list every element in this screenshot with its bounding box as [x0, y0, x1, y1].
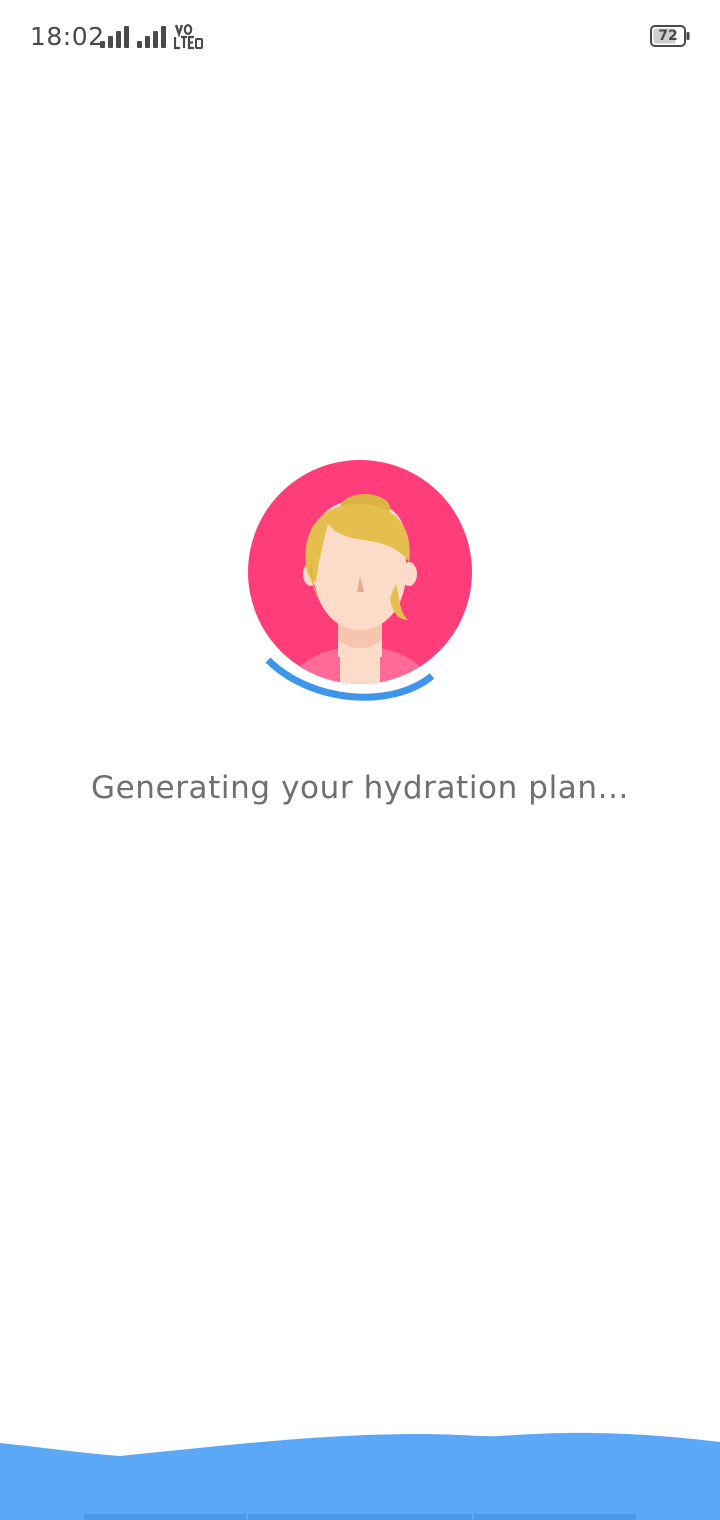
status-time: 18:02 — [30, 22, 105, 51]
status-bar: 18:02 72 — [0, 0, 720, 72]
loading-message: Generating your hydration plan... — [90, 770, 629, 806]
battery-level: 72 — [658, 28, 678, 44]
avatar-loader — [240, 452, 480, 712]
volte-icon — [173, 24, 206, 50]
signal-icon — [137, 26, 167, 48]
wave-decoration — [0, 1420, 720, 1520]
battery-icon: 72 — [650, 25, 690, 47]
hydration-plan-loading-screen: 18:02 72 Generating your hydration plan.… — [0, 0, 720, 1520]
signal-icon — [100, 26, 130, 48]
